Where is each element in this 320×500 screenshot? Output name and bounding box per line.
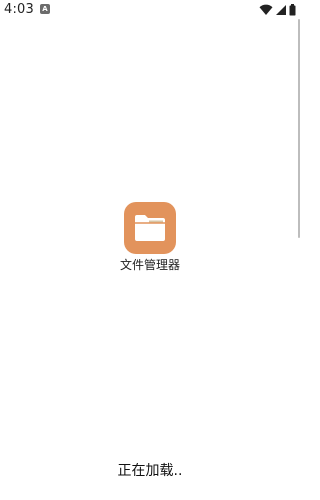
status-time: 4:03: [4, 2, 34, 17]
battery-icon: [289, 3, 296, 16]
wifi-icon: [259, 4, 273, 16]
app-name: 文件管理器: [119, 258, 180, 272]
cellular-signal-icon: [275, 4, 287, 16]
status-icons: [259, 3, 296, 16]
notification-icon: A: [40, 4, 50, 14]
scroll-indicator: [298, 19, 300, 238]
splash-screen: 4:03 A 文件管理器 正在加载..: [0, 0, 300, 500]
loading-text: 正在加载..: [117, 463, 183, 479]
status-bar: 4:03 A: [0, 0, 300, 19]
app-icon: [124, 202, 176, 254]
